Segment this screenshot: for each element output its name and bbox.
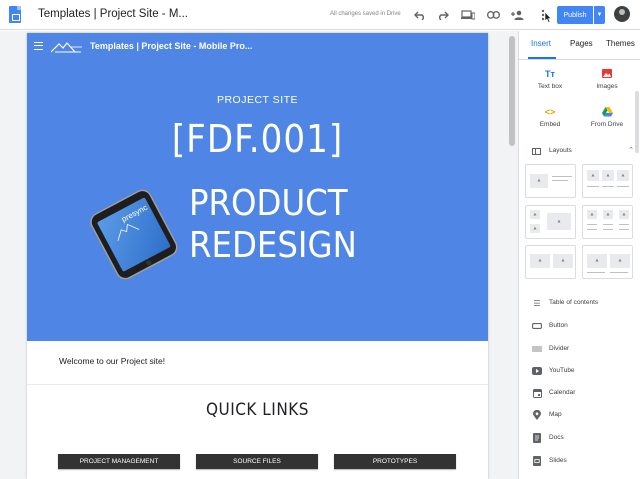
tab-themes[interactable]: Themes xyxy=(606,39,635,48)
section-divider xyxy=(27,384,488,385)
youtube-icon xyxy=(532,366,542,376)
publish-button[interactable]: Publish xyxy=(557,6,593,24)
insert-from-drive-label: From Drive xyxy=(590,121,624,128)
tab-insert[interactable]: Insert xyxy=(531,39,551,48)
sites-logo-icon[interactable] xyxy=(9,6,21,23)
component-youtube[interactable]: YouTube xyxy=(532,365,632,379)
layout-option-5[interactable] xyxy=(525,245,576,279)
component-button[interactable]: Button xyxy=(532,320,632,334)
undo-icon[interactable] xyxy=(413,8,427,22)
tab-pages[interactable]: Pages xyxy=(570,39,593,48)
hero-headline[interactable]: PRODUCT REDESIGN xyxy=(189,183,357,267)
component-label: Divider xyxy=(549,345,570,352)
layouts-label: Layouts xyxy=(549,147,572,154)
embed-icon: <> xyxy=(544,107,556,117)
preview-devices-icon[interactable] xyxy=(461,8,475,22)
drive-icon xyxy=(582,107,632,118)
quick-links-title[interactable]: QUICK LINKS xyxy=(27,400,488,420)
insert-images-button[interactable]: Images xyxy=(582,69,632,90)
component-divider[interactable]: Divider xyxy=(532,343,632,357)
image-icon xyxy=(582,69,632,80)
insert-embed-button[interactable]: <> Embed xyxy=(525,107,575,128)
quick-link-prototypes-button[interactable]: PROTOTYPES xyxy=(334,454,456,469)
insert-from-drive-button[interactable]: From Drive xyxy=(582,107,632,128)
hero-eyebrow[interactable]: PROJECT SITE xyxy=(27,94,488,106)
document-title[interactable]: Templates | Project Site - M... xyxy=(38,8,188,20)
component-label: Table of contents xyxy=(549,299,599,306)
component-label: Docs xyxy=(549,434,564,441)
insert-images-label: Images xyxy=(596,83,618,90)
menu-icon[interactable] xyxy=(34,42,43,50)
text-box-icon: Tт xyxy=(545,69,555,79)
panel-scrollbar[interactable] xyxy=(635,91,639,153)
component-table-of-contents[interactable]: ☰ Table of contents xyxy=(532,297,632,311)
site-name[interactable]: Templates | Project Site - Mobile Pro... xyxy=(90,41,252,51)
layouts-icon xyxy=(532,148,541,155)
slides-icon xyxy=(532,456,542,466)
site-page-preview[interactable]: Templates | Project Site - Mobile Pro...… xyxy=(27,33,488,479)
welcome-text[interactable]: Welcome to our Project site! xyxy=(59,356,165,366)
layout-option-1[interactable] xyxy=(525,164,576,198)
layout-option-2[interactable] xyxy=(582,164,633,198)
insert-embed-label: Embed xyxy=(539,121,561,128)
layout-option-4[interactable] xyxy=(582,205,633,239)
component-label: Map xyxy=(549,411,562,418)
save-status: All changes saved in Drive xyxy=(330,11,401,17)
publish-options-button[interactable]: ▼ xyxy=(594,6,605,24)
quick-link-project-management-button[interactable]: PROJECT MANAGEMENT xyxy=(58,454,180,469)
redo-icon[interactable] xyxy=(436,8,450,22)
button-icon xyxy=(532,321,542,331)
link-icon[interactable] xyxy=(486,8,500,22)
component-label: Slides xyxy=(549,457,567,464)
chevron-down-icon: ▼ xyxy=(596,12,603,18)
insert-text-box-label: Text box xyxy=(537,83,563,90)
mouse-cursor-icon xyxy=(543,11,553,23)
canvas-scrollbar[interactable] xyxy=(509,36,515,146)
calendar-icon xyxy=(532,388,542,398)
toc-icon: ☰ xyxy=(533,298,541,308)
component-label: Calendar xyxy=(549,389,576,396)
side-panel: Insert Pages Themes Tт Text box Images <… xyxy=(518,31,640,479)
layout-option-3[interactable] xyxy=(525,205,576,239)
component-label: Button xyxy=(549,322,568,329)
site-logo-icon xyxy=(50,40,83,58)
share-add-person-icon[interactable] xyxy=(510,8,524,22)
chevron-collapse-icon[interactable]: ⌃ xyxy=(628,146,634,154)
divider-icon xyxy=(532,344,542,354)
user-avatar[interactable] xyxy=(614,6,630,22)
top-bar: Templates | Project Site - M... All chan… xyxy=(0,0,640,30)
hero-project-code[interactable]: [FDF.001] xyxy=(27,117,488,161)
component-map[interactable]: Map xyxy=(532,409,632,423)
component-label: YouTube xyxy=(549,367,575,374)
site-header-banner[interactable]: Templates | Project Site - Mobile Pro...… xyxy=(27,33,488,341)
layouts-section-header[interactable]: Layouts ⌃ xyxy=(528,146,634,158)
component-slides[interactable]: Slides xyxy=(532,455,632,469)
quick-link-source-files-button[interactable]: SOURCE FILES xyxy=(196,454,318,469)
docs-icon xyxy=(532,433,542,443)
insert-text-box-button[interactable]: Tт Text box xyxy=(525,69,575,90)
phone-mockup-image[interactable] xyxy=(71,183,195,288)
component-calendar[interactable]: Calendar xyxy=(532,387,632,401)
sites-editor: Templates | Project Site - M... All chan… xyxy=(0,0,640,479)
tabs-divider xyxy=(519,59,640,60)
map-pin-icon xyxy=(532,410,542,420)
layout-option-6[interactable] xyxy=(582,245,633,279)
component-docs[interactable]: Docs xyxy=(532,432,632,446)
